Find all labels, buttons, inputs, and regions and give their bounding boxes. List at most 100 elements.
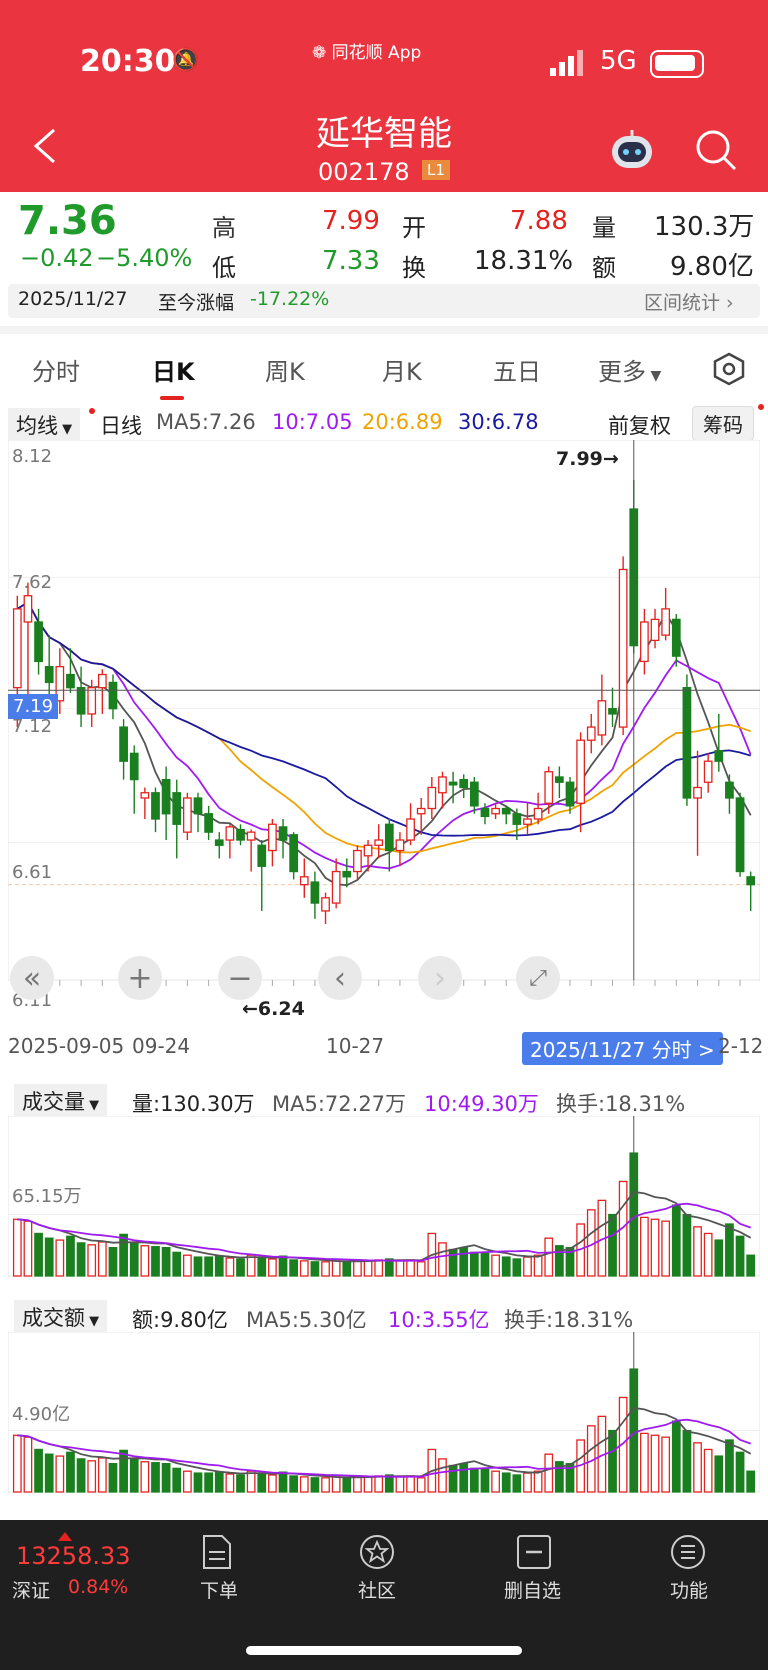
volume-bar	[246, 1254, 256, 1277]
settings-hex-icon[interactable]	[712, 352, 746, 390]
cursor-date-button[interactable]: 2025/11/27 分时 >	[522, 1032, 723, 1065]
tab-weekly-k[interactable]: 周K	[265, 352, 305, 387]
candle-body	[161, 778, 171, 815]
order-icon[interactable]	[200, 1534, 234, 1574]
tab-five-day[interactable]: 五日	[493, 352, 541, 387]
remove-watchlist-icon[interactable]	[516, 1534, 552, 1574]
fullscreen-button[interactable]: ⤢	[516, 956, 560, 1000]
amount-bar	[491, 1470, 500, 1493]
amount-bar	[406, 1475, 415, 1493]
amount-value: 9.80亿	[670, 252, 754, 282]
function-icon[interactable]	[670, 1534, 706, 1574]
price-change: −0.42	[20, 244, 94, 272]
ma-dropdown[interactable]: 均线 ▼	[8, 408, 81, 442]
candle-body	[746, 876, 756, 886]
last-price: 7.36	[18, 198, 117, 244]
low-value: 7.33	[322, 246, 380, 276]
chevron-down-icon: ▼	[85, 1314, 100, 1329]
volume-bar	[480, 1252, 490, 1277]
zoom-out-history-button[interactable]: «	[10, 956, 54, 1000]
candle-body	[714, 750, 724, 762]
volume-bar	[544, 1237, 554, 1277]
volume-bar	[129, 1242, 139, 1277]
range-stats-link[interactable]: 区间统计 ›	[644, 288, 734, 315]
amount-bar	[161, 1462, 171, 1493]
community-icon[interactable]	[358, 1534, 396, 1574]
amount-bar	[469, 1467, 479, 1493]
volume-bar	[268, 1258, 277, 1277]
candle-body	[544, 771, 554, 804]
amount-bar	[416, 1477, 426, 1493]
amount-bar	[119, 1449, 128, 1493]
robot-assistant-icon[interactable]	[608, 128, 656, 176]
candle-body	[342, 870, 352, 878]
volume-bar	[289, 1259, 299, 1277]
candle-body	[533, 807, 543, 820]
crosshair-price-label: 7.19	[8, 694, 59, 719]
tab-more[interactable]: 更多 ▼	[598, 352, 661, 387]
min-price-mark: ←6.24	[242, 998, 305, 1020]
volume-bar	[671, 1204, 681, 1277]
zoom-out-button[interactable]: −	[218, 956, 262, 1000]
tab-monthly-k[interactable]: 月K	[382, 352, 422, 387]
amount-bar	[172, 1467, 182, 1493]
kline-chart[interactable]	[8, 440, 760, 1020]
nav-function-label[interactable]: 功能	[670, 1576, 708, 1603]
amount-bar	[512, 1474, 522, 1493]
candle	[618, 556, 628, 735]
amount-bar	[321, 1477, 330, 1493]
search-icon[interactable]	[694, 128, 738, 176]
prev-button[interactable]: ‹	[318, 956, 362, 1000]
volume-dropdown[interactable]: 成交量 ▼	[14, 1084, 108, 1118]
volume-chart[interactable]	[8, 1116, 760, 1280]
ma30-value: 30:6.78	[458, 410, 539, 434]
nav-remove-label[interactable]: 删自选	[504, 1576, 561, 1603]
candle-body	[555, 776, 564, 783]
tab-daily-k[interactable]: 日K	[152, 352, 195, 387]
index-value[interactable]: 13258.33	[16, 1542, 131, 1570]
amount-dropdown[interactable]: 成交额 ▼	[14, 1300, 108, 1334]
amount-bar	[703, 1448, 713, 1493]
amount-bar	[544, 1453, 554, 1493]
candle-body	[703, 760, 713, 783]
amount-bar	[23, 1436, 33, 1493]
nav-community-label[interactable]: 社区	[358, 1576, 396, 1603]
volume-bar	[661, 1220, 671, 1277]
y-tick-712: 7.12	[12, 716, 53, 737]
amount-bar	[363, 1476, 373, 1493]
amount-bar	[459, 1462, 469, 1493]
volume-y-tick: 65.15万	[12, 1186, 82, 1207]
amount-bar	[480, 1468, 490, 1493]
amount-label: 额	[592, 254, 616, 282]
amount-bar	[640, 1432, 649, 1493]
x-label-end: 2-12	[718, 1034, 764, 1058]
volume-bar	[395, 1260, 405, 1277]
nav-order-label[interactable]: 下单	[200, 1576, 238, 1603]
next-button[interactable]: ›	[418, 956, 462, 1000]
candle-body	[87, 687, 97, 715]
amount-bar	[12, 1434, 22, 1493]
tab-intraday[interactable]: 分时	[32, 352, 80, 387]
candle-body	[416, 807, 426, 815]
adjust-toggle[interactable]: 前复权	[608, 410, 671, 440]
volume-ma5: MA5:72.27万	[272, 1092, 407, 1116]
amount-bar	[523, 1472, 532, 1493]
volume-bar	[533, 1254, 543, 1277]
candle	[735, 792, 745, 877]
up-arrow-icon	[58, 1532, 72, 1541]
volume-bar	[416, 1261, 426, 1277]
status-app-name: ❁ 同花顺 App	[312, 43, 422, 63]
amount-bar	[299, 1476, 309, 1493]
volume-bar	[491, 1254, 500, 1277]
zoom-in-button[interactable]: +	[118, 956, 162, 1000]
chips-button[interactable]: 筹码	[692, 406, 754, 441]
amount-bar	[225, 1473, 235, 1493]
amount-bar	[214, 1471, 224, 1493]
candle-body	[406, 818, 415, 841]
volume-bar	[76, 1242, 86, 1277]
turnover-value: 18.31%	[474, 246, 574, 276]
volume-bar	[523, 1256, 532, 1277]
amount-chart[interactable]	[8, 1332, 760, 1496]
index-name: 深证	[12, 1580, 51, 1602]
volume-bar	[438, 1242, 447, 1277]
